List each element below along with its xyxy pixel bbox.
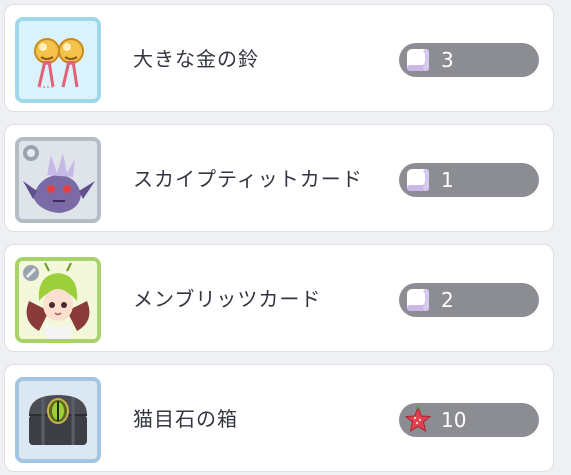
purple-dragon-card-icon	[15, 137, 101, 223]
golden-bells-icon	[15, 17, 101, 103]
list-item[interactable]: 大きな金の鈴 3	[4, 4, 554, 112]
item-count: 10	[441, 408, 467, 432]
count-pill: 10	[399, 403, 539, 437]
item-list: 大きな金の鈴 3 スカイプティットカード 1 メンブリッツカード 2 猫目石の箱…	[0, 0, 571, 475]
item-name: メンブリッツカード	[133, 287, 322, 311]
red-star-icon	[403, 405, 433, 435]
item-name: スカイプティットカード	[133, 167, 363, 191]
item-count: 3	[441, 48, 454, 72]
count-pill: 2	[399, 283, 539, 317]
cats-eye-chest-icon	[15, 377, 101, 463]
item-count: 1	[441, 168, 454, 192]
list-item[interactable]: 猫目石の箱 10	[4, 364, 554, 472]
list-item[interactable]: メンブリッツカード 2	[4, 244, 554, 352]
white-cube-icon	[403, 45, 433, 75]
item-count: 2	[441, 288, 454, 312]
item-name: 猫目石の箱	[133, 407, 238, 431]
count-pill: 1	[399, 163, 539, 197]
white-cube-icon	[403, 285, 433, 315]
fairy-girl-card-icon	[15, 257, 101, 343]
item-name: 大きな金の鈴	[133, 47, 259, 71]
list-item[interactable]: スカイプティットカード 1	[4, 124, 554, 232]
count-pill: 3	[399, 43, 539, 77]
white-cube-icon	[403, 165, 433, 195]
